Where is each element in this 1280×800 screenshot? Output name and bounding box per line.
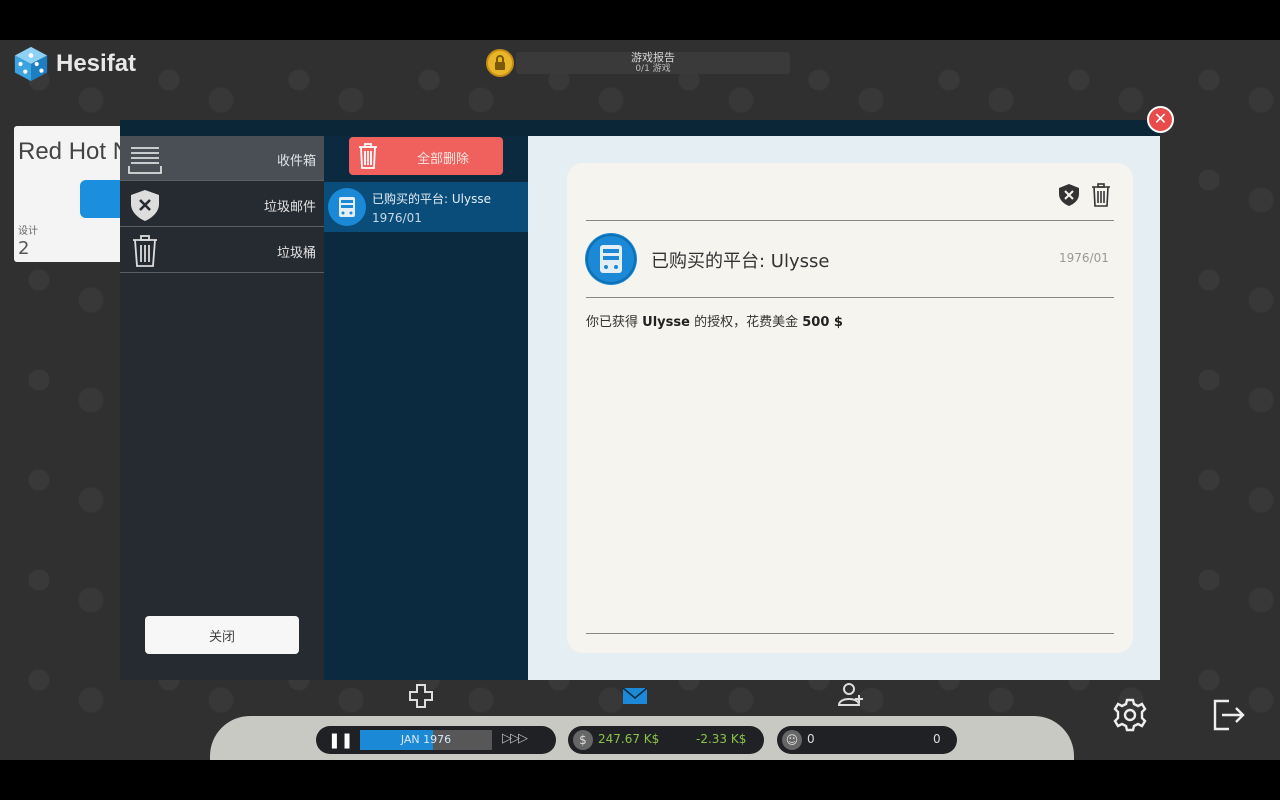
message-list: 全部删除 已购买的平台: Ulysse 1976/01 (324, 136, 528, 680)
fast-forward-icon[interactable]: ▷▷▷ (502, 731, 528, 746)
add-user-icon[interactable] (837, 681, 865, 707)
folder-sidebar: 收件箱 垃圾邮件 垃圾桶 关闭 (120, 136, 324, 680)
dialog-header (120, 120, 1160, 136)
pause-icon[interactable]: ❚❚ (328, 731, 353, 749)
card-progress (80, 180, 124, 218)
mark-spam-icon[interactable] (1058, 183, 1080, 207)
plus-icon[interactable] (407, 683, 435, 709)
fans-icon: ☺ (782, 730, 802, 750)
console-icon (585, 233, 637, 285)
delete-message-icon[interactable] (1091, 183, 1111, 207)
body-amount: 500 $ (802, 315, 843, 330)
console-icon (328, 188, 366, 226)
background-game-card[interactable]: Red Hot N 设计 2 (14, 126, 124, 262)
folder-label: 垃圾桶 (276, 246, 316, 261)
divider (586, 297, 1114, 298)
body-prefix: 你已获得 (586, 315, 639, 330)
dialog-close-icon[interactable]: ✕ (1147, 106, 1174, 133)
mail-icon[interactable] (621, 683, 649, 709)
folder-label: 收件箱 (276, 154, 316, 169)
dollar-icon: $ (573, 730, 593, 750)
card-title: Red Hot N (18, 138, 124, 165)
lock-icon (486, 49, 514, 77)
divider (586, 633, 1114, 634)
card-value: 2 (18, 238, 30, 259)
folder-trash[interactable]: 垃圾桶 (120, 228, 324, 273)
money-value: 247.67 K$ (598, 732, 660, 746)
game-screen: Hesifat 游戏报告 0/1 游戏 Red Hot N 设计 2 收件箱 垃… (0, 40, 1280, 760)
detail-subject: 已购买的平台: Ulysse (651, 251, 830, 272)
list-item[interactable]: 已购买的平台: Ulysse 1976/01 (324, 182, 528, 232)
gear-icon[interactable] (1112, 697, 1148, 733)
body-mid: 的授权，花费美金 (694, 315, 799, 330)
mail-dialog: 收件箱 垃圾邮件 垃圾桶 关闭 全部删除 已购买的平台: Ulysse 1976… (120, 120, 1160, 680)
report-subtitle: 0/1 游戏 (635, 64, 671, 74)
report-title: 游戏报告 (631, 51, 675, 64)
body-platform: Ulysse (642, 315, 690, 330)
divider (586, 220, 1114, 221)
exit-icon[interactable] (1209, 697, 1247, 733)
date-label: JAN 1976 (400, 733, 452, 746)
delete-all-button[interactable]: 全部删除 (349, 137, 503, 175)
inbox-icon (128, 147, 162, 174)
fans-value-left: 0 (807, 732, 815, 746)
fans-value-right: 0 (933, 732, 941, 746)
folder-label: 垃圾邮件 (263, 200, 316, 215)
delete-all-label: 全部删除 (416, 152, 469, 167)
message-paper: 已购买的平台: Ulysse 1976/01 你已获得 Ulysse 的授权，花… (567, 163, 1133, 653)
time-control: ❚❚ JAN 1976 ▷▷▷ (316, 726, 556, 754)
game-report[interactable]: 游戏报告 0/1 游戏 (486, 49, 790, 77)
report-bar: 游戏报告 0/1 游戏 (516, 52, 790, 74)
message-subject: 已购买的平台: Ulysse (372, 192, 491, 206)
brand: Hesifat (12, 45, 136, 83)
dice-icon (14, 46, 48, 82)
trash-icon (133, 235, 157, 267)
detail-date: 1976/01 (1059, 251, 1109, 265)
message-body: 你已获得 Ulysse 的授权，花费美金 500 $ (586, 311, 843, 330)
card-label: 设计 (18, 226, 38, 237)
brand-name: Hesifat (56, 50, 137, 77)
message-date: 1976/01 (372, 211, 422, 225)
fans-display: ☺ 0 0 (777, 726, 957, 754)
message-detail: 已购买的平台: Ulysse 1976/01 你已获得 Ulysse 的授权，花… (528, 136, 1160, 680)
money-display: $ 247.67 K$ -2.33 K$ (568, 726, 764, 754)
money-delta: -2.33 K$ (696, 732, 747, 746)
shield-x-icon (131, 190, 159, 221)
folder-spam[interactable]: 垃圾邮件 (120, 182, 324, 227)
folder-inbox[interactable]: 收件箱 (120, 136, 324, 181)
close-button[interactable]: 关闭 (145, 616, 299, 654)
month-progress: JAN 1976 (360, 730, 492, 750)
